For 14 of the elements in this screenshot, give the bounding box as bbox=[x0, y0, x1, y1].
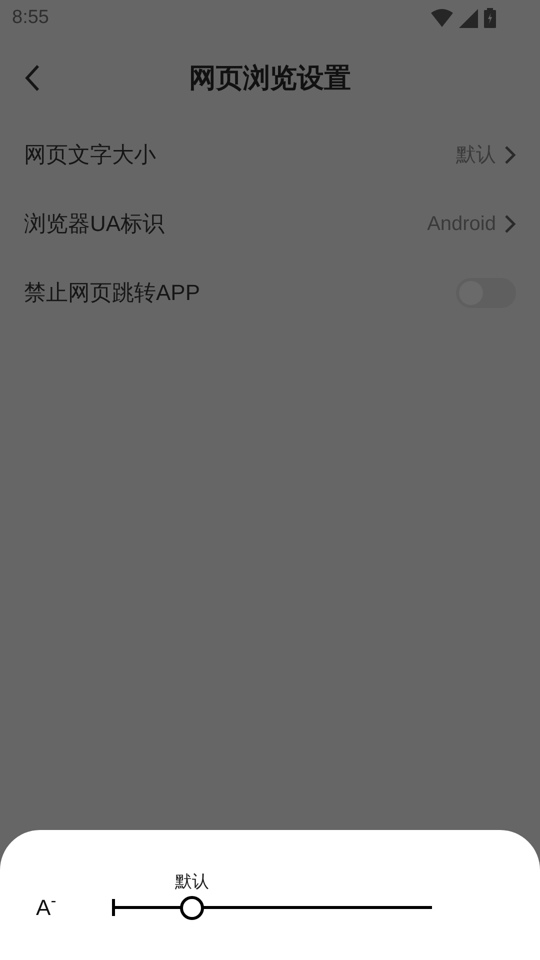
wifi-icon bbox=[431, 9, 453, 27]
chevron-right-icon bbox=[504, 144, 516, 164]
battery-icon bbox=[484, 8, 496, 28]
signal-icon bbox=[459, 8, 478, 28]
setting-label: 网页文字大小 bbox=[24, 141, 156, 169]
page-title: 网页浏览设置 bbox=[189, 62, 351, 95]
slider-value-label: 默认 bbox=[175, 871, 210, 893]
setting-label: 浏览器UA标识 bbox=[24, 210, 165, 238]
decrease-font-label: A$^{-}$ bbox=[36, 891, 56, 922]
chevron-right-icon bbox=[504, 214, 516, 234]
slider-thumb[interactable] bbox=[180, 896, 204, 920]
back-icon bbox=[24, 64, 40, 92]
setting-label: 禁止网页跳转APP bbox=[24, 279, 200, 307]
status-time: 8:55 bbox=[12, 6, 49, 30]
